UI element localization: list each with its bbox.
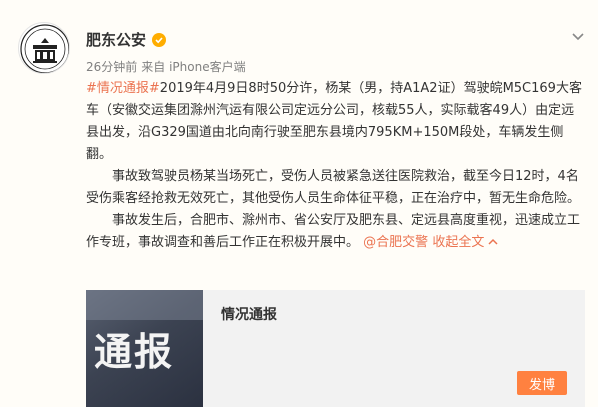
- post-meta: 26分钟前 来自 iPhone客户端: [86, 59, 246, 75]
- post-button[interactable]: 发博: [517, 371, 567, 395]
- post-source[interactable]: 来自 iPhone客户端: [141, 60, 245, 74]
- paragraph-3: 事故发生后，合肥市、滁州市、省公安厅及肥东县、定远县高度重视，迅速成立工作专班，…: [86, 210, 586, 254]
- paragraph-1: #情况通报#2019年4月9日8时50分许，杨某（男，持A1A2证）驾驶皖M5C…: [86, 78, 586, 166]
- chevron-up-icon[interactable]: [487, 237, 499, 247]
- card-title[interactable]: 情况通报: [221, 306, 277, 324]
- card-thumbnail: 通报: [86, 290, 203, 407]
- post-content: #情况通报#2019年4月9日8时50分许，杨某（男，持A1A2证）驾驶皖M5C…: [86, 78, 586, 254]
- paragraph-2: 事故致驾驶员杨某当场死亡，受伤人员被紧急送往医院救治，截至今日12时，4名受伤乘…: [86, 169, 581, 206]
- chevron-down-icon[interactable]: [570, 28, 586, 44]
- verified-badge-icon: [152, 33, 167, 47]
- post-header: 肥东公安: [86, 31, 167, 49]
- card-thumbnail-text: 通报: [94, 330, 175, 374]
- paragraph-1-text: 2019年4月9日8时50分许，杨某（男，持A1A2证）驾驶皖M5C169大客车…: [86, 81, 582, 162]
- username[interactable]: 肥东公安: [86, 31, 146, 49]
- post-timestamp[interactable]: 26分钟前: [86, 60, 137, 74]
- paragraph-3-text: 事故发生后，合肥市、滁州市、省公安厅及肥东县、定远县高度重视，迅速成立工作专班，…: [86, 213, 581, 250]
- hashtag-link[interactable]: #情况通报#: [86, 81, 160, 96]
- collapse-text-link[interactable]: 收起全文: [432, 235, 484, 250]
- avatar[interactable]: [18, 22, 70, 74]
- article-card[interactable]: 通报 情况通报 发博: [86, 290, 585, 407]
- mention-link[interactable]: @合肥交警: [363, 235, 428, 250]
- police-emblem-icon: [20, 24, 69, 73]
